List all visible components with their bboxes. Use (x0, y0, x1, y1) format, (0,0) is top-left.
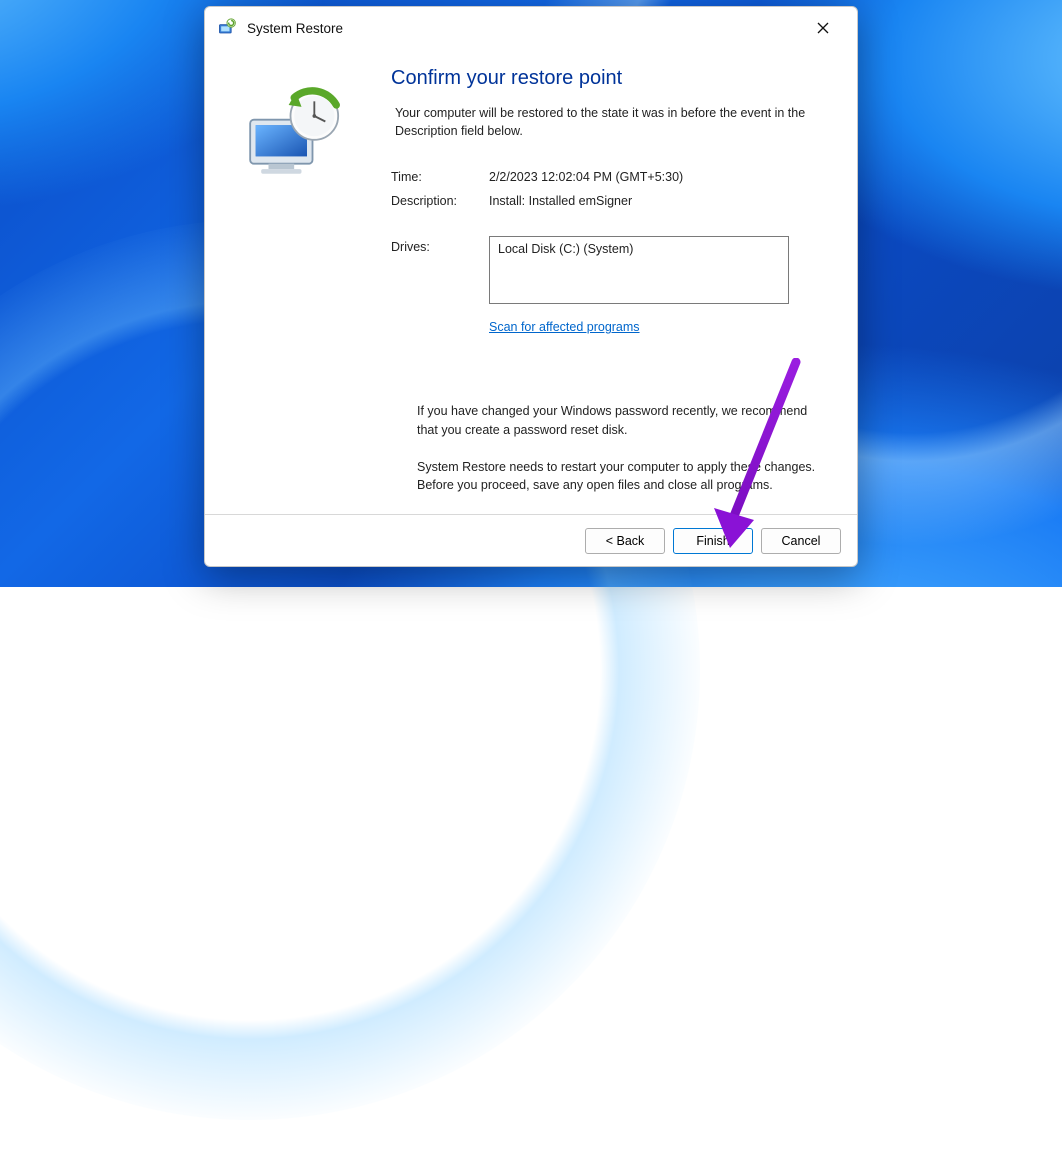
cancel-button[interactable]: Cancel (761, 528, 841, 554)
restore-point-icon (241, 83, 351, 193)
scan-affected-link[interactable]: Scan for affected programs (489, 320, 640, 334)
finish-button[interactable]: Finish (673, 528, 753, 554)
description-value: Install: Installed emSigner (489, 194, 632, 208)
footer-notes: If you have changed your Windows passwor… (417, 402, 827, 513)
close-button[interactable] (803, 13, 843, 43)
drives-label: Drives: (391, 236, 489, 304)
button-bar: < Back Finish Cancel (205, 514, 857, 566)
intro-text: Your computer will be restored to the st… (391, 104, 831, 140)
time-label: Time: (391, 170, 489, 184)
description-label: Description: (391, 194, 489, 208)
window-title: System Restore (247, 21, 803, 36)
page-heading: Confirm your restore point (391, 67, 831, 90)
description-row: Description: Install: Installed emSigner (391, 194, 831, 208)
password-note: If you have changed your Windows passwor… (417, 402, 827, 440)
wizard-graphic (241, 59, 391, 514)
drives-listbox[interactable]: Local Disk (C:) (System) (489, 236, 789, 304)
drive-item: Local Disk (C:) (System) (498, 242, 633, 256)
system-restore-icon (217, 18, 237, 38)
back-button[interactable]: < Back (585, 528, 665, 554)
time-value: 2/2/2023 12:02:04 PM (GMT+5:30) (489, 170, 683, 184)
drives-row: Drives: Local Disk (C:) (System) (391, 236, 831, 304)
close-icon (817, 22, 829, 34)
restart-note: System Restore needs to restart your com… (417, 458, 827, 496)
titlebar: System Restore (205, 7, 857, 49)
system-restore-dialog: System Restore (204, 6, 858, 567)
time-row: Time: 2/2/2023 12:02:04 PM (GMT+5:30) (391, 170, 831, 184)
